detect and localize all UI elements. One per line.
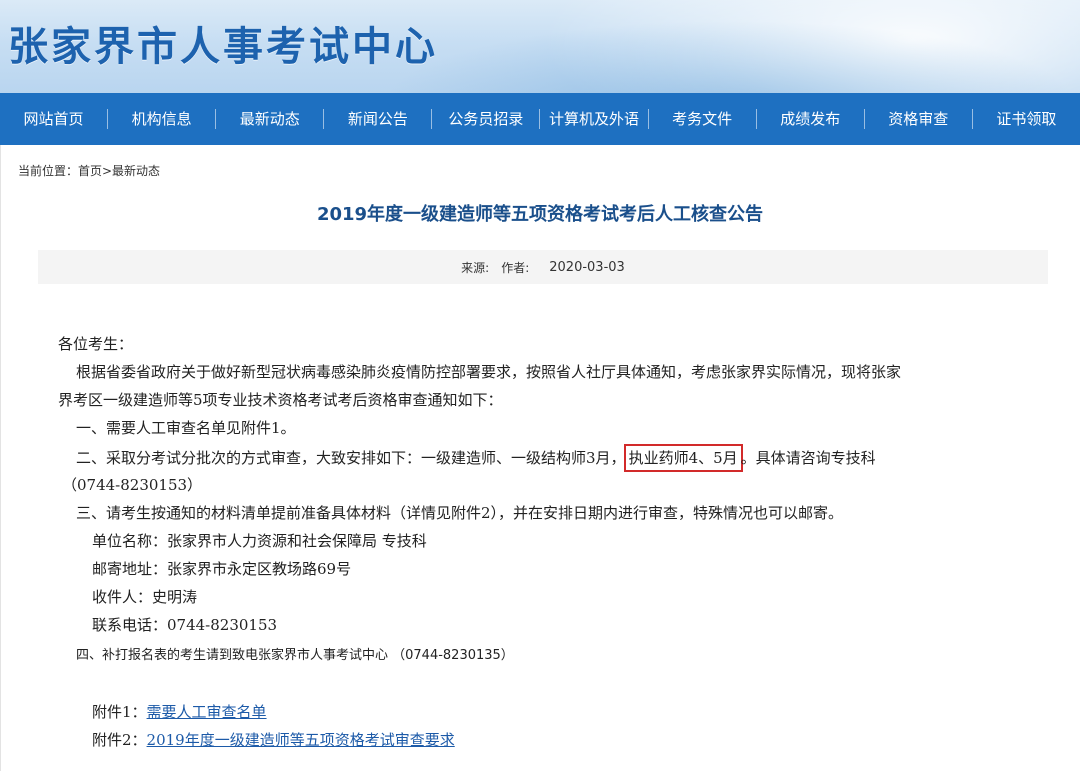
paragraph-1-line-2: 界考区一级建造师等5项专业技术资格考试考后资格审查通知如下： (58, 391, 503, 409)
mailing-address: 邮寄地址：张家界市永定区教场路69号 (92, 560, 352, 578)
site-header: 张家界市人事考试中心 (0, 0, 1080, 93)
nav-item-home[interactable]: 网站首页 (0, 109, 109, 129)
page-left-border (0, 145, 1, 771)
header-shade-decoration (380, 20, 1080, 93)
attachment-1: 附件1：需要人工审查名单 (92, 701, 267, 722)
nav-item-qualification-review[interactable]: 资格审查 (865, 109, 973, 129)
recipient: 收件人：史明涛 (92, 588, 198, 606)
greeting: 各位考生： (58, 335, 134, 353)
unit-name: 单位名称：张家界市人力资源和社会保障局 专技科 (92, 532, 427, 550)
item-4: 四、补打报名表的考生请到致电张家界市人事考试中心 （0744-8230135） (76, 648, 514, 663)
nav-item-exam-documents[interactable]: 考务文件 (649, 109, 757, 129)
breadcrumb: 当前位置：首页>最新动态 (18, 164, 161, 178)
nav-item-certificates[interactable]: 证书领取 (973, 109, 1080, 129)
item-2: 二、采取分考试分批次的方式审查，大致安排如下：一级建造师、一级结构师3月， 执业药… (76, 444, 876, 472)
site-title: 张家界市人事考试中心 (8, 24, 438, 70)
contact-phone: 联系电话：0744-8230153 (92, 616, 278, 634)
nav-item-civil-service[interactable]: 公务员招录 (432, 109, 541, 129)
item-2-phone: （0744-8230153） (62, 476, 203, 494)
publish-date: 2020-03-03 (549, 259, 625, 275)
source-label: 来源: (461, 260, 490, 275)
paragraph-1-line-1: 根据省委省政府关于做好新型冠状病毒感染肺炎疫情防控部署要求，按照省人社厅具体通知… (76, 363, 902, 381)
nav-item-results[interactable]: 成绩发布 (757, 109, 865, 129)
article-meta-bar: 来源: 作者: 2020-03-03 (38, 250, 1048, 284)
item-2-text-after: 。具体请咨询专技科 (740, 449, 876, 467)
main-nav: 网站首页 机构信息 最新动态 新闻公告 公务员招录 计算机及外语 考务文件 成绩… (0, 93, 1080, 145)
attachment-2-label: 附件2： (92, 731, 147, 749)
item-3: 三、请考生按通知的材料清单提前准备具体材料（详情见附件2），并在安排日期内进行审… (76, 504, 844, 522)
nav-item-computer-language[interactable]: 计算机及外语 (540, 109, 649, 129)
item-1: 一、需要人工审查名单见附件1。 (76, 419, 296, 437)
nav-item-latest-news[interactable]: 最新动态 (216, 109, 325, 129)
author-label: 作者: (501, 260, 530, 275)
attachment-2-link[interactable]: 2019年度一级建造师等五项资格考试审查要求 (147, 731, 455, 749)
article-title: 2019年度一级建造师等五项资格考试考后人工核查公告 (316, 204, 764, 225)
attachment-1-label: 附件1： (92, 703, 147, 721)
nav-item-organization[interactable]: 机构信息 (108, 109, 217, 129)
nav-item-announcements[interactable]: 新闻公告 (324, 109, 433, 129)
item-2-text: 二、采取分考试分批次的方式审查，大致安排如下：一级建造师、一级结构师3月， (76, 449, 626, 467)
attachment-1-link[interactable]: 需要人工审查名单 (147, 703, 267, 721)
highlighted-pharmacist-schedule: 执业药师4、5月 (623, 444, 743, 472)
attachment-2: 附件2：2019年度一级建造师等五项资格考试审查要求 (92, 729, 455, 750)
